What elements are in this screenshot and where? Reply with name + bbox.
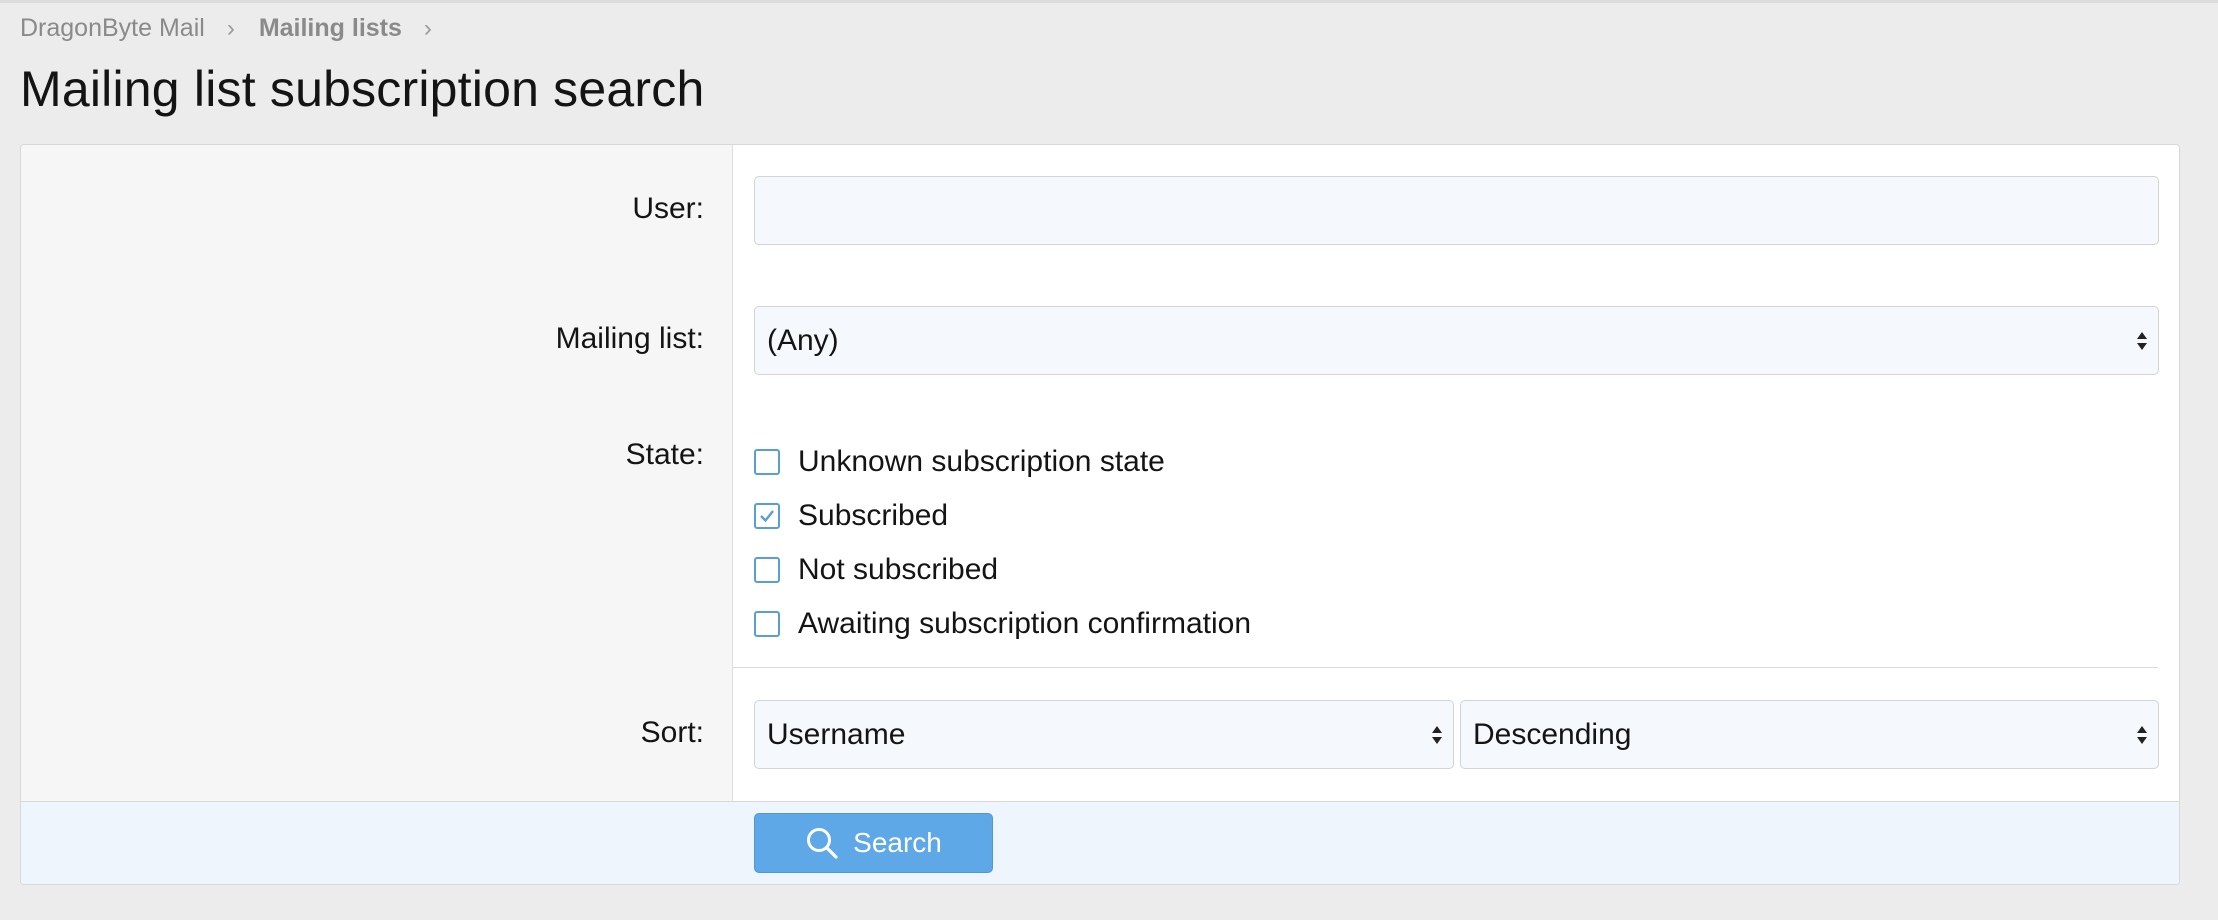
state-option-label: Awaiting subscription confirmation: [798, 607, 1252, 640]
sort-field-selected-value: Username: [767, 717, 906, 751]
breadcrumb-separator-icon: ›: [423, 14, 432, 42]
state-option-unknown[interactable]: Unknown subscription state: [754, 435, 1251, 489]
sort-label: Sort:: [640, 716, 704, 749]
mailing-list-label: Mailing list:: [555, 322, 704, 355]
breadcrumb-separator-icon: ›: [226, 14, 235, 42]
checkmark-icon: [760, 510, 774, 523]
checkbox-checked[interactable]: [754, 503, 780, 529]
select-arrows-icon: [1432, 725, 1442, 744]
breadcrumb: DragonByte Mail › Mailing lists ›: [20, 14, 456, 43]
breadcrumb-item-mailing-lists[interactable]: Mailing lists: [259, 14, 402, 43]
mailing-list-selected-value: (Any): [767, 323, 839, 357]
state-checkbox-group: Unknown subscription state Subscribed No…: [754, 435, 1251, 651]
select-arrows-icon: [2137, 725, 2147, 744]
state-option-label: Subscribed: [798, 499, 949, 532]
page-title: Mailing list subscription search: [20, 61, 705, 117]
label-column: [21, 145, 733, 801]
checkbox-unchecked[interactable]: [754, 611, 780, 637]
sort-direction-selected-value: Descending: [1473, 717, 1632, 751]
user-input[interactable]: [754, 176, 2159, 245]
breadcrumb-item-dragonbyte-mail[interactable]: DragonByte Mail: [20, 14, 205, 43]
top-border: [0, 0, 2218, 3]
form-footer: Search: [21, 801, 2179, 884]
state-option-subscribed[interactable]: Subscribed: [754, 489, 1251, 543]
search-form-panel: User: Mailing list: (Any) State: Unknown…: [20, 144, 2180, 885]
state-option-awaiting-confirmation[interactable]: Awaiting subscription confirmation: [754, 597, 1251, 651]
section-divider: [733, 667, 2158, 668]
user-label: User:: [632, 192, 704, 225]
sort-field-select[interactable]: Username: [754, 700, 1454, 769]
sort-direction-select[interactable]: Descending: [1460, 700, 2159, 769]
search-button[interactable]: Search: [754, 813, 993, 873]
state-option-label: Not subscribed: [798, 553, 999, 586]
checkbox-unchecked[interactable]: [754, 449, 780, 475]
mailing-list-select[interactable]: (Any): [754, 306, 2159, 375]
search-button-label: Search: [853, 827, 942, 858]
state-option-not-subscribed[interactable]: Not subscribed: [754, 543, 1251, 597]
search-icon: [807, 828, 838, 859]
checkbox-unchecked[interactable]: [754, 557, 780, 583]
select-arrows-icon: [2137, 331, 2147, 350]
state-label: State:: [625, 438, 704, 471]
state-option-label: Unknown subscription state: [798, 445, 1165, 478]
